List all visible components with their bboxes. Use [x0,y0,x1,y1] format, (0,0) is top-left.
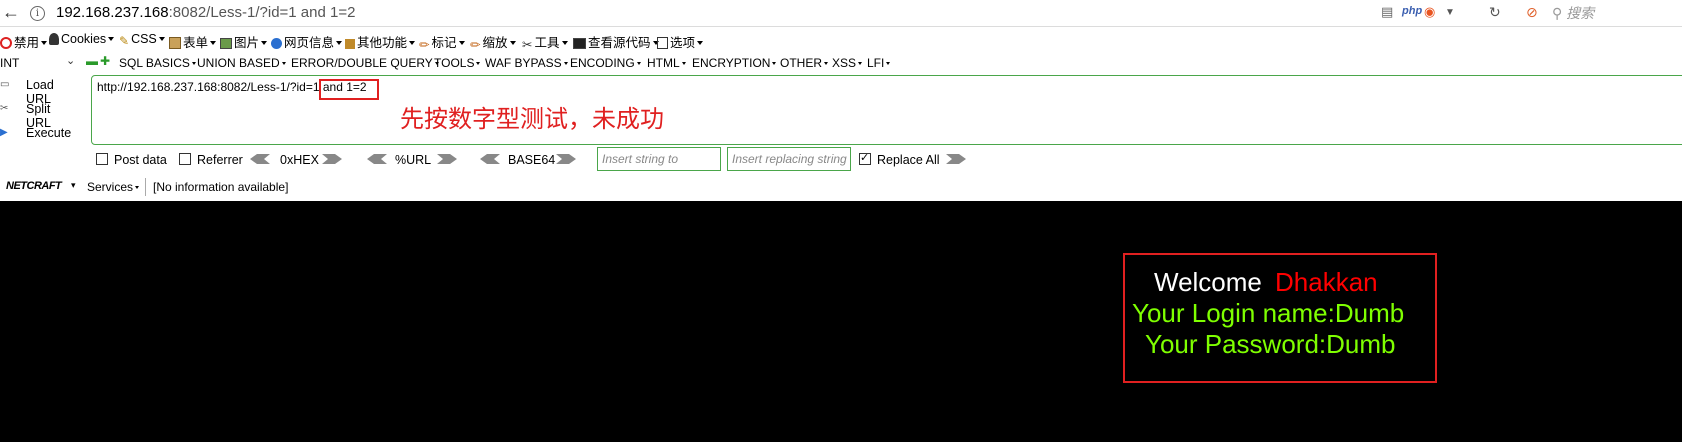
plus-icon[interactable]: ✚ [100,54,110,68]
netcraft-info: [No information available] [153,180,289,194]
login-name-text: Your Login name:Dumb [1132,298,1405,328]
menu-html[interactable]: HTML [647,56,686,70]
search-icon: ⚲ [1552,5,1563,21]
toolbar-images[interactable]: 图片 [220,32,268,51]
services-menu[interactable]: Services [87,180,140,194]
url-enc-label: %URL [395,153,432,167]
menu-error-double-query[interactable]: ERROR/DOUBLE QUERY [291,56,439,70]
toolbar-tools[interactable]: ✂ 工具 [522,32,568,52]
cookies-icon [49,33,59,45]
menu-xss[interactable]: XSS [832,56,863,70]
hex-label: 0xHEX [280,153,319,167]
disable-icon [0,37,12,49]
user-name: Dhakkan [1275,267,1378,297]
menu-encoding[interactable]: ENCODING [570,56,641,70]
menu-lfi[interactable]: LFI [867,56,891,70]
welcome-text: Welcome [1154,267,1262,297]
replace-arrow-icon[interactable] [946,154,966,164]
toolbar-cookies[interactable]: Cookies [49,32,115,46]
netcraft-logo[interactable]: NETCRAFT [6,180,62,192]
hackbar-url-textarea[interactable]: http://192.168.237.168:8082/Less-1/?id=1… [91,75,1682,145]
netcraft-toolbar: NETCRAFT ▾ Services [No information avai… [0,176,1682,198]
password-text: Your Password:Dumb [1145,329,1396,359]
options-icon [657,37,668,49]
source-icon [573,38,586,49]
hackbar-menu: INT ⌄ ▬ ✚ SQL BASICS UNION BASED ERROR/DO… [0,54,1682,72]
netcraft-dropdown-icon[interactable]: ▾ [71,180,76,191]
base64-label: BASE64 [508,153,556,167]
url-input[interactable]: 192.168.237.168:8082/Less-1/?id=1 and 1=… [56,4,355,21]
php-icon[interactable]: php [1402,5,1422,17]
site-info-icon[interactable]: i [30,6,45,21]
dropdown-icon[interactable]: ▼ [1445,7,1455,18]
menu-union-based[interactable]: UNION BASED [197,56,286,70]
developer-toolbar: 禁用 Cookies ✎ CSS 表单 图片 网页信息 其他功能 ✏ 标记 ✏ 缩放 … [0,30,1682,52]
hex-encode-arrow-icon[interactable] [322,154,342,164]
divider [145,178,146,196]
ubuntu-icon[interactable]: ◉ [1424,4,1435,20]
insert-replacing-input[interactable]: Insert replacing string [727,147,851,171]
css-icon: ✎ [119,34,130,48]
hex-decode-arrow-icon[interactable] [250,154,270,164]
address-bar: ← i 192.168.237.168:8082/Less-1/?id=1 an… [0,0,1682,27]
toolbar-view-source[interactable]: 查看源代码 [573,32,659,51]
toolbar-page-info[interactable]: 网页信息 [271,32,343,51]
pencil-icon: ✏ [419,38,430,52]
login-result-box: Welcome Dhakkan Your Login name:Dumb You… [1123,253,1437,383]
toolbar-resize[interactable]: ✏ 缩放 [470,32,516,52]
scissors-icon: ✂ [0,103,9,114]
toolbar-forms[interactable]: 表单 [169,32,217,51]
minus-icon[interactable]: ▬ [86,54,98,68]
page-content: Welcome Dhakkan Your Login name:Dumb You… [0,201,1682,442]
info-icon [271,38,282,49]
menu-other[interactable]: OTHER [780,56,828,70]
menu-waf-bypass[interactable]: WAF BYPASS [485,56,568,70]
images-icon [220,38,232,49]
toolbar-outline[interactable]: ✏ 标记 [419,32,465,52]
toolbar-options[interactable]: 选项 [657,32,704,51]
misc-icon [345,39,355,49]
toolbar-css[interactable]: ✎ CSS [119,32,165,48]
menu-sql-basics[interactable]: SQL BASICS [119,56,196,70]
play-icon: ▶ [0,127,8,138]
tools-icon: ✂ [522,38,533,52]
menu-encryption[interactable]: ENCRYPTION [692,56,777,70]
replace-all-arrow-icon[interactable] [977,154,997,164]
replace-all-checkbox[interactable]: Replace All [859,151,940,167]
referrer-checkbox[interactable]: Referrer [179,153,243,167]
forms-icon [169,37,181,49]
bookmark-icon[interactable]: ▤ [1381,4,1393,20]
back-arrow-icon[interactable]: ← [0,1,22,23]
injection-highlight-box [319,79,379,100]
post-data-checkbox[interactable]: Post data [96,153,167,167]
url-encode-arrow-icon[interactable] [437,154,457,164]
insert-string-input[interactable]: Insert string to replace [597,147,721,171]
base64-encode-arrow-icon[interactable] [556,154,576,164]
blocker-icon[interactable]: ⊘ [1526,4,1538,21]
search-input[interactable]: ⚲ 搜索 [1552,3,1678,23]
annotation-text: 先按数字型测试，未成功 [400,105,664,133]
menu-tools[interactable]: TOOLS [434,56,481,70]
hackbar-type-select[interactable]: INT ⌄ [0,55,75,70]
reload-icon[interactable]: ↻ [1489,4,1501,21]
base64-decode-arrow-icon[interactable] [480,154,500,164]
url-decode-arrow-icon[interactable] [367,154,387,164]
load-icon: ▭ [0,79,10,90]
resize-icon: ✏ [470,38,481,52]
toolbar-misc[interactable]: 其他功能 [345,32,416,51]
toolbar-disable[interactable]: 禁用 [0,32,48,51]
